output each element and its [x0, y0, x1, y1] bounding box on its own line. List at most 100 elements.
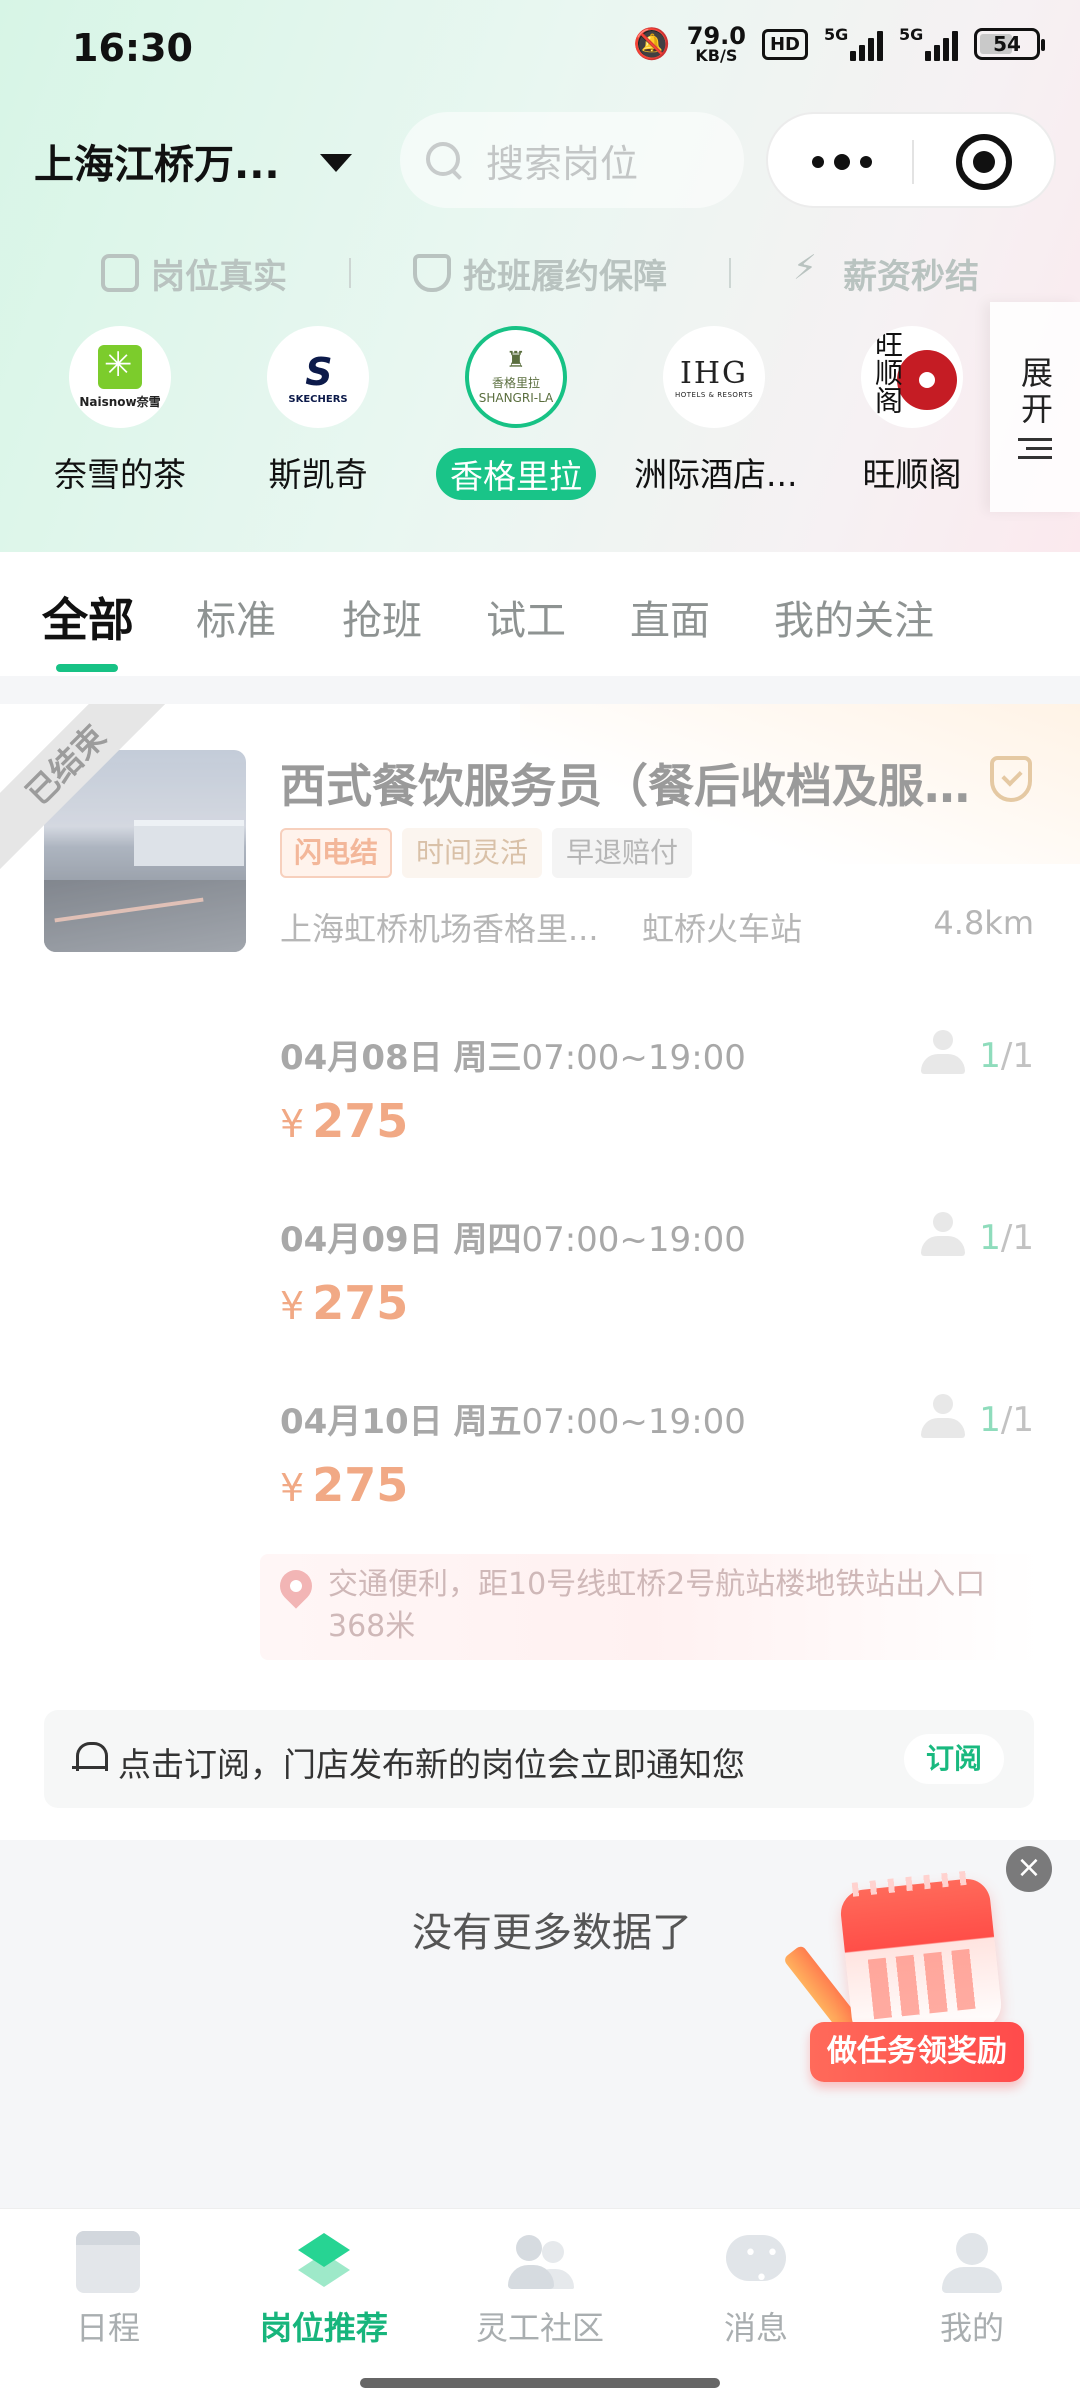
nav-label: 灵工社区	[475, 2309, 604, 2347]
chat-icon	[724, 2231, 788, 2293]
brand-item-shangri-la[interactable]: ♜ 香格里拉 SHANGRI-LA 香格里拉	[436, 326, 596, 500]
status-icons: 🔕 79.0 KB/S HD 5G 5G 54	[633, 22, 1045, 64]
guarantee-item: 岗位真实	[101, 249, 287, 298]
person-icon	[919, 1394, 966, 1440]
price-value: 275	[312, 1458, 409, 1512]
guarantee-label: 抢班履约保障	[463, 256, 667, 297]
more-icon[interactable]	[812, 154, 872, 170]
location-row: 上海虹桥机场香格里... 虹桥火车站 4.8km	[280, 904, 1034, 950]
guarantee-row: 岗位真实 抢班履约保障 薪资秒结	[0, 245, 1080, 301]
transit-text: 交通便利，距10号线虹桥2号航站楼地铁站出入口368米	[328, 1567, 986, 1644]
mute-bell-icon: 🔕	[633, 26, 671, 62]
search-placeholder: 搜索岗位	[486, 141, 639, 186]
brand-carousel: Naisnow奈雪 奈雪的茶 SSKECHERS 斯凯奇 ♜香格里拉SHANGR…	[0, 326, 1080, 516]
brand-item-wangshunge[interactable]: 旺顺阁 旺顺阁	[832, 326, 992, 496]
slots-filled: 1	[979, 1400, 1001, 1440]
miniprogram-capsule	[766, 112, 1056, 208]
brand-item-skechers[interactable]: S SKECHERS 斯凯奇	[238, 326, 398, 496]
nav-profile[interactable]: 我的	[864, 2231, 1080, 2349]
shift-time: 07:00~19:00	[521, 1402, 746, 1442]
city-selector[interactable]: 上海江桥万...	[34, 132, 280, 190]
skechers-logo: S SKECHERS	[267, 326, 369, 428]
tab-all[interactable]: 全部	[42, 584, 134, 650]
tab-grab-shift[interactable]: 抢班	[342, 588, 422, 646]
search-bar[interactable]: 搜索岗位	[400, 112, 744, 208]
brand-name: 洲际酒店...	[634, 455, 798, 494]
brand-name: 斯凯奇	[268, 455, 368, 494]
price-value: 275	[312, 1276, 409, 1330]
brand-name: 奈雪的茶	[54, 455, 186, 494]
verified-shield-icon	[990, 756, 1032, 802]
person-icon	[919, 1212, 966, 1258]
shift-slots: 1/1	[919, 1030, 1034, 1076]
battery-icon: 54	[974, 28, 1045, 60]
logo-text: IHG	[680, 355, 748, 391]
shift-price: ¥275	[280, 1458, 408, 1512]
logo-sub: HOTELS & RESORTS	[674, 390, 754, 399]
tab-direct-interview[interactable]: 直面	[630, 588, 710, 646]
nav-label: 我的	[939, 2309, 1004, 2347]
logo-text: SHANGRI-LA	[478, 391, 554, 406]
job-card[interactable]: 已结束 西式餐饮服务员（餐后收档及服务... 闪电结 时间灵活 早退赔付 上海虹…	[0, 704, 1080, 1840]
guarantee-label: 薪资秒结	[843, 256, 979, 297]
nav-job-recommend[interactable]: 岗位推荐	[216, 2231, 432, 2349]
shift-weekday: 周三	[453, 1038, 522, 1078]
shift-price: ¥275	[280, 1276, 408, 1330]
no-more-text: 没有更多数据了	[412, 1910, 692, 1956]
slots-count: 1/1	[979, 1036, 1034, 1076]
job-tags: 闪电结 时间灵活 早退赔付	[280, 828, 693, 878]
calendar-icon	[76, 2231, 140, 2293]
nearest-station: 虹桥火车站	[642, 910, 803, 948]
network-speed-value: 79.0	[686, 22, 746, 50]
guarantee-label: 岗位真实	[151, 256, 287, 297]
ihg-logo: IHG HOTELS & RESORTS	[663, 326, 765, 428]
task-reward-promo[interactable]: 做任务领奖励	[782, 1876, 1024, 2090]
close-miniprogram-icon[interactable]	[956, 134, 1012, 190]
caret-down-icon[interactable]	[320, 154, 352, 172]
nav-messages[interactable]: 消息	[648, 2231, 864, 2349]
shift-day: 04月08日	[280, 1038, 443, 1078]
expand-brands-button[interactable]: 展开	[990, 302, 1080, 512]
shift-date: 04月08日 周三07:00~19:00	[280, 1030, 746, 1079]
calendar-illustration-icon	[838, 1876, 1004, 2042]
shangri-la-logo: ♜ 香格里拉 SHANGRI-LA	[465, 326, 567, 428]
brand-item-ihg[interactable]: IHG HOTELS & RESORTS 洲际酒店...	[634, 326, 798, 496]
logo-text: 旺顺阁	[871, 330, 904, 414]
tag-flexible-time: 时间灵活	[402, 828, 543, 878]
price-value: 275	[312, 1094, 409, 1148]
shift-item[interactable]: 04月10日 周五07:00~19:00 ¥275 1/1	[280, 1394, 1034, 1544]
distance: 4.8km	[933, 904, 1034, 942]
shift-slots: 1/1	[919, 1212, 1034, 1258]
subscribe-banner: 点击订阅，门店发布新的岗位会立即通知您 订阅	[44, 1710, 1034, 1808]
brand-name: 香格里拉	[436, 448, 596, 500]
shift-slots: 1/1	[919, 1394, 1034, 1440]
subscribe-button[interactable]: 订阅	[904, 1734, 1004, 1784]
tab-standard[interactable]: 标准	[196, 588, 276, 646]
guarantee-item: 薪资秒结	[793, 248, 979, 298]
nav-schedule[interactable]: 日程	[0, 2231, 216, 2349]
tab-my-follows[interactable]: 我的关注	[774, 588, 934, 646]
slots-total: /1	[1000, 1036, 1034, 1076]
shift-item[interactable]: 04月08日 周三07:00~19:00 ¥275 1/1	[280, 1030, 1034, 1180]
nav-community[interactable]: 灵工社区	[432, 2231, 648, 2349]
shift-date: 04月09日 周四07:00~19:00	[280, 1212, 746, 1261]
shift-item[interactable]: 04月09日 周四07:00~19:00 ¥275 1/1	[280, 1212, 1034, 1362]
tab-trial[interactable]: 试工	[486, 588, 566, 646]
status-time: 16:30	[72, 26, 193, 70]
shift-time: 07:00~19:00	[521, 1038, 746, 1078]
category-tabs: 全部 标准 抢班 试工 直面 我的关注	[0, 552, 1080, 676]
bell-icon	[72, 1740, 108, 1776]
brand-item-naisnow[interactable]: Naisnow奈雪 奈雪的茶	[40, 326, 200, 496]
community-icon	[508, 2231, 572, 2293]
active-tab-indicator	[56, 664, 118, 672]
hd-icon: HD	[761, 28, 808, 60]
nav-label: 消息	[723, 2309, 788, 2347]
tag-flash-settle: 闪电结	[280, 828, 393, 878]
shift-weekday: 周五	[453, 1402, 522, 1442]
job-location: 上海虹桥机场香格里...	[280, 910, 599, 948]
person-icon	[919, 1030, 966, 1076]
wangshunge-logo: 旺顺阁	[861, 326, 963, 428]
expand-label: 展开	[1016, 355, 1054, 428]
home-indicator[interactable]	[360, 2378, 720, 2388]
search-icon	[424, 140, 464, 180]
